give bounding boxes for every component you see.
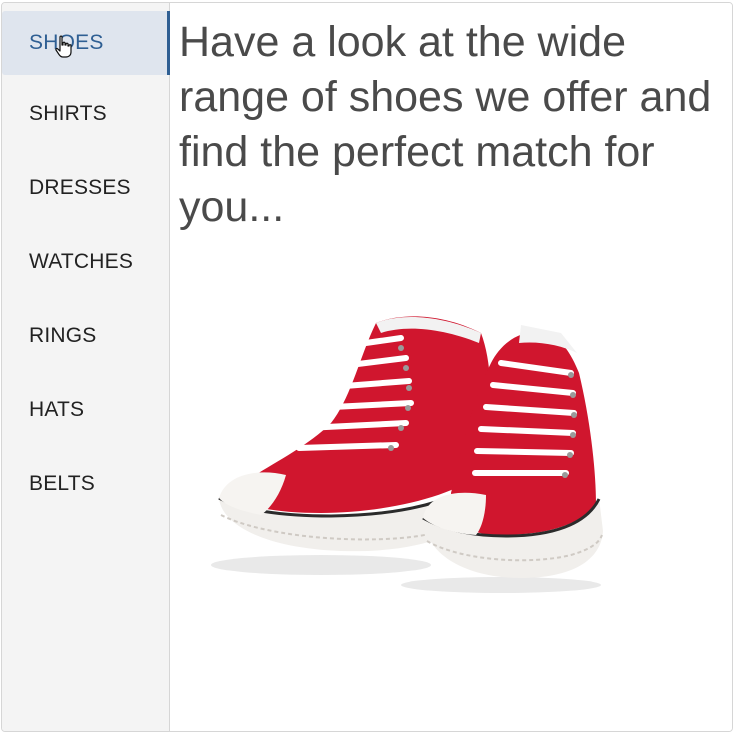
app-frame: SHOES SHIRTS DRESSES WATCHES RINGS HATS … <box>1 2 733 732</box>
hand-pointer-icon <box>55 35 72 58</box>
sidebar-item-label: DRESSES <box>29 176 131 199</box>
sidebar-item-label: BELTS <box>29 472 95 495</box>
sidebar-item-label: WATCHES <box>29 250 134 273</box>
sidebar-item-shirts[interactable]: SHIRTS <box>2 77 169 151</box>
sidebar-item-label: RINGS <box>29 324 97 347</box>
sidebar: SHOES SHIRTS DRESSES WATCHES RINGS HATS … <box>2 3 170 731</box>
sidebar-item-shoes[interactable]: SHOES <box>2 11 170 75</box>
sidebar-item-belts[interactable]: BELTS <box>2 447 169 521</box>
sidebar-item-hats[interactable]: HATS <box>2 373 169 447</box>
sidebar-item-rings[interactable]: RINGS <box>2 299 169 373</box>
sidebar-item-label: SHIRTS <box>29 102 107 125</box>
page-headline: Have a look at the wide range of shoes w… <box>179 18 712 231</box>
sidebar-item-dresses[interactable]: DRESSES <box>2 151 169 225</box>
red-sneakers-image <box>211 316 603 593</box>
content-panel: Have a look at the wide range of shoes w… <box>171 3 732 731</box>
sidebar-item-watches[interactable]: WATCHES <box>2 225 169 299</box>
sidebar-item-label: HATS <box>29 398 85 421</box>
